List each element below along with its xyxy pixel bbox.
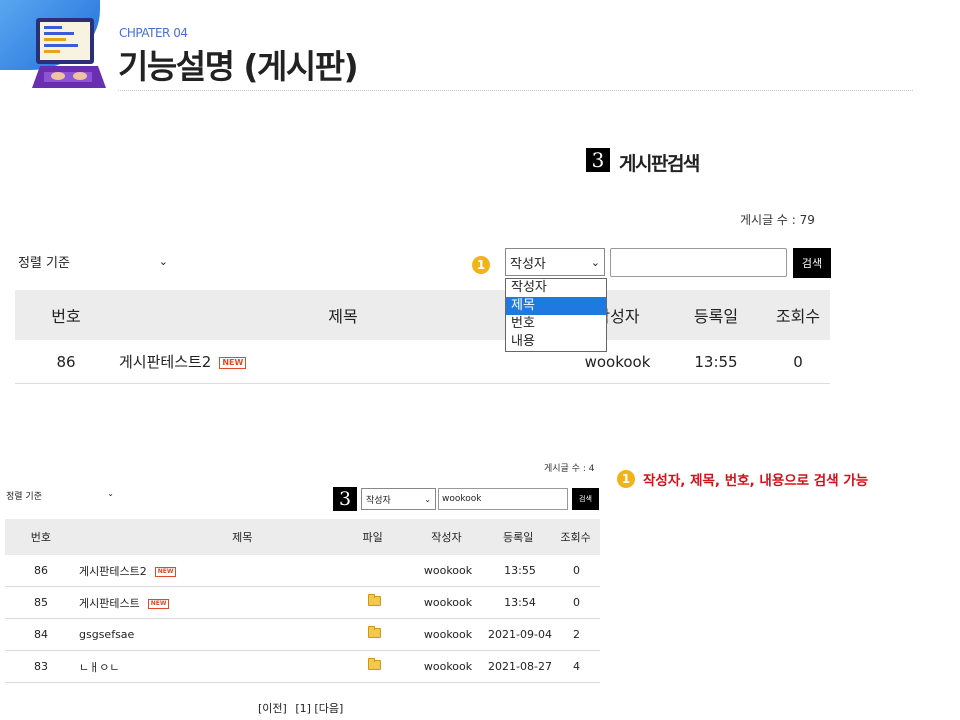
row-views: 4 (573, 660, 580, 673)
column-header: 조회수 (560, 531, 591, 544)
column-header: 작성자 (431, 531, 462, 544)
row-views: 0 (573, 596, 580, 609)
row-title-text[interactable]: 게시판테스트 (79, 597, 140, 610)
row-number: 83 (34, 660, 48, 673)
row-date: 13:54 (504, 596, 536, 609)
row-title-text[interactable]: ㄴㅐㅇㄴ (79, 661, 119, 674)
column-header: 번호 (51, 307, 81, 326)
row-date: 2021-09-04 (488, 628, 552, 641)
pagination: [이전] [1] [다음] (258, 700, 343, 716)
row-author: wookook (423, 596, 473, 609)
table-header: 번호 제목 작성자 등록일 조회수 (15, 290, 830, 340)
row-date: 13:55 (504, 564, 536, 577)
dropdown-option-title[interactable]: 제목 (506, 297, 606, 315)
sort-select-label: 정렬 기준 (18, 255, 70, 271)
post-count: 게시글 수 : 79 (740, 213, 815, 227)
row-views: 2 (573, 628, 580, 641)
row-title-text[interactable]: gsgsefsae (79, 628, 134, 641)
column-header: 파일 (362, 531, 383, 544)
search-type-select[interactable]: 작성자 ⌄ (361, 488, 436, 510)
row-number: 86 (56, 352, 76, 371)
row-file[interactable] (339, 658, 409, 673)
laptop-coding-icon (32, 18, 106, 88)
row-author: wookook (423, 628, 473, 641)
row-file[interactable] (339, 594, 409, 609)
row-title[interactable]: ㄴㅐㅇㄴ (77, 659, 339, 675)
column-header: 등록일 (693, 307, 739, 326)
annotation-badge-1: 1 (472, 256, 490, 274)
column-header: 제목 (328, 307, 358, 326)
chevron-down-icon: ⌄ (158, 254, 168, 268)
section-title: 게시판검색 (619, 153, 700, 175)
row-title[interactable]: gsgsefsae (77, 628, 339, 641)
column-header: 조회수 (775, 307, 821, 326)
table-row[interactable]: 85 게시판테스트 NEW wookook 13:54 0 (5, 587, 600, 619)
section-number-box: 3 (333, 487, 357, 511)
row-author: wookook (423, 660, 473, 673)
header-divider (118, 90, 913, 91)
table-header: 번호 제목 파일 작성자 등록일 조회수 (5, 519, 600, 555)
row-views: 0 (573, 564, 580, 577)
search-type-dropdown[interactable]: 작성자 제목 번호 내용 (505, 278, 607, 352)
row-title-text[interactable]: 게시판테스트2 (79, 565, 147, 578)
search-type-value: 작성자 (510, 256, 546, 272)
row-views: 0 (793, 352, 803, 371)
chevron-down-icon: ⌄ (424, 494, 431, 504)
results-table-body: 86 게시판테스트2 NEW wookook 13:55 0 85 게시판테스트 N… (5, 555, 600, 683)
search-type-value: 작성자 (366, 495, 391, 506)
folder-icon[interactable] (367, 626, 381, 638)
section-number-box: 3 (586, 148, 610, 172)
search-button[interactable]: 검색 (572, 488, 599, 510)
row-date: 13:55 (694, 352, 738, 371)
search-input[interactable] (610, 248, 787, 277)
row-author: wookook (423, 564, 473, 577)
table-row[interactable]: 86 게시판테스트2 NEW wookook 13:55 0 (5, 555, 600, 587)
row-title-text[interactable]: 게시판테스트2 (119, 353, 211, 371)
page-title: 기능설명 (게시판) (118, 47, 359, 86)
row-title[interactable]: 게시판테스트2 NEW (77, 563, 339, 579)
row-number: 86 (34, 564, 48, 577)
chevron-down-icon: ⌄ (590, 255, 600, 269)
sort-select-label: 정렬 기준 (6, 492, 42, 502)
new-badge: NEW (154, 566, 177, 577)
row-author: wookook (584, 352, 651, 371)
row-number: 85 (34, 596, 48, 609)
search-type-select[interactable]: 작성자 ⌄ (505, 248, 605, 276)
annotation-badge-1: 1 (617, 470, 635, 488)
row-title[interactable]: 게시판테스트 NEW (77, 595, 339, 611)
row-title[interactable]: 게시판테스트2 NEW (117, 351, 569, 372)
column-header: 등록일 (503, 531, 534, 544)
new-badge: NEW (147, 598, 170, 609)
dropdown-option-number[interactable]: 번호 (506, 315, 606, 333)
column-header: 번호 (30, 531, 52, 544)
dropdown-option-content[interactable]: 내용 (506, 333, 606, 351)
table-row[interactable]: 86 게시판테스트2 NEW wookook 13:55 0 (15, 340, 830, 384)
annotation-text: 작성자, 제목, 번호, 내용으로 검색 가능 (643, 473, 869, 489)
chevron-down-icon: ⌄ (107, 489, 114, 498)
folder-icon[interactable] (367, 594, 381, 606)
table-row[interactable]: 84 gsgsefsae wookook 2021-09-04 2 (5, 619, 600, 651)
row-file[interactable] (339, 626, 409, 641)
row-date: 2021-08-27 (488, 660, 552, 673)
sort-select[interactable]: 정렬 기준 ⌄ (18, 251, 168, 271)
table-row[interactable]: 83 ㄴㅐㅇㄴ wookook 2021-08-27 4 (5, 651, 600, 683)
search-button[interactable]: 검색 (793, 248, 831, 278)
pagination-next[interactable]: [다음] (314, 702, 343, 715)
pagination-prev[interactable]: [이전] (258, 702, 287, 715)
pagination-page-1[interactable]: [1] (295, 702, 311, 715)
new-badge: NEW (219, 356, 247, 369)
chapter-label: CHPATER 04 (119, 26, 188, 40)
dropdown-option-author[interactable]: 작성자 (506, 279, 606, 297)
folder-icon[interactable] (367, 658, 381, 670)
sort-select[interactable]: 정렬 기준 ⌄ (6, 489, 114, 502)
row-number: 84 (34, 628, 48, 641)
search-input[interactable]: wookook (438, 488, 568, 510)
post-count: 게시글 수 : 4 (544, 464, 595, 474)
